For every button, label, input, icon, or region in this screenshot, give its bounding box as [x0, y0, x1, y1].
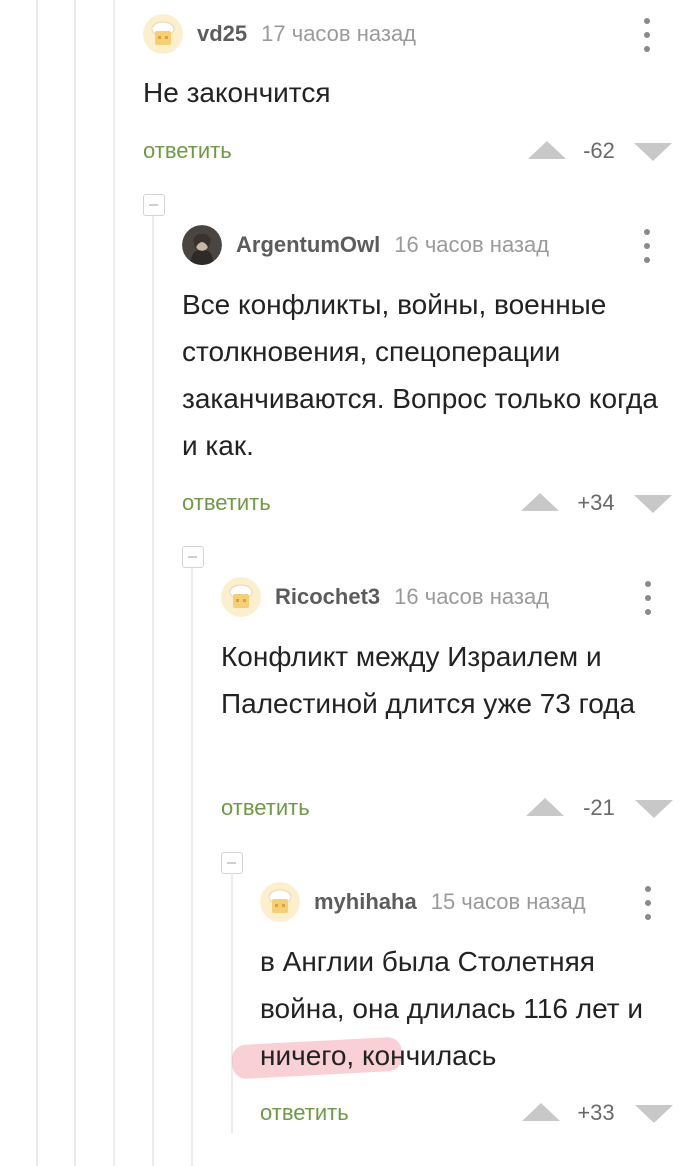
comment-footer: ответить +34	[182, 485, 673, 521]
chef-hat-avatar-icon[interactable]	[221, 577, 261, 617]
comment-text: Все конфликты, войны, военные столкновен…	[182, 289, 658, 461]
comment-timestamp[interactable]: 17 часов назад	[261, 21, 416, 47]
photo-avatar-icon[interactable]	[182, 225, 222, 265]
downvote-icon[interactable]	[634, 495, 672, 513]
chef-hat-avatar-icon[interactable]	[260, 882, 300, 922]
chef-hat-avatar-icon[interactable]	[143, 14, 183, 54]
downvote-icon[interactable]	[635, 800, 673, 818]
comment: ArgentumOwl 16 часов назад Все конфликты…	[182, 225, 673, 535]
collapse-thread-button[interactable]	[182, 546, 204, 568]
comment-header: vd25 17 часов назад	[143, 14, 416, 54]
comment: vd25 17 часов назад Не закончится ответи…	[143, 14, 673, 174]
more-options-icon[interactable]	[644, 581, 652, 615]
reply-button[interactable]: ответить	[260, 1095, 349, 1131]
username[interactable]: ArgentumOwl	[236, 232, 380, 258]
comment-header: Ricochet3 16 часов назад	[221, 577, 549, 617]
comment-rating: +33	[577, 1100, 615, 1125]
thread-line	[231, 873, 233, 1133]
downvote-icon[interactable]	[635, 1105, 673, 1123]
comment-footer: ответить -21	[221, 790, 673, 826]
thread-line	[191, 567, 193, 1166]
username[interactable]: myhihaha	[314, 889, 417, 915]
comment-rating: -62	[583, 138, 615, 163]
thread-line	[113, 0, 115, 1166]
collapse-thread-button[interactable]	[143, 194, 165, 216]
thread-line	[36, 0, 38, 1166]
more-options-icon[interactable]	[643, 229, 651, 263]
more-options-icon[interactable]	[644, 886, 652, 920]
comment-timestamp[interactable]: 15 часов назад	[431, 889, 586, 915]
comment-text: Конфликт между Израилем и Палестиной дли…	[221, 641, 636, 719]
collapse-thread-button[interactable]	[221, 852, 243, 874]
comment-header: myhihaha 15 часов назад	[260, 882, 586, 922]
reply-button[interactable]: ответить	[182, 485, 271, 521]
thread-line	[74, 0, 76, 1166]
upvote-icon[interactable]	[528, 141, 566, 159]
comment-text: в Англии была Столетняя война, она длила…	[260, 946, 643, 1071]
reply-button[interactable]: ответить	[221, 790, 310, 826]
comment-footer: ответить +33	[260, 1095, 673, 1131]
downvote-icon[interactable]	[634, 143, 672, 161]
upvote-icon[interactable]	[526, 798, 564, 816]
username[interactable]: Ricochet3	[275, 584, 380, 610]
comment-timestamp[interactable]: 16 часов назад	[394, 232, 549, 258]
comment-text: Не закончится	[143, 77, 331, 108]
reply-button[interactable]: ответить	[143, 133, 232, 169]
comment-header: ArgentumOwl 16 часов назад	[182, 225, 549, 265]
comment: Ricochet3 16 часов назад Конфликт между …	[221, 577, 673, 837]
username[interactable]: vd25	[197, 21, 247, 47]
upvote-icon[interactable]	[521, 493, 559, 511]
comment-timestamp[interactable]: 16 часов назад	[394, 584, 549, 610]
upvote-icon[interactable]	[522, 1103, 560, 1121]
comment-footer: ответить -62	[143, 133, 673, 169]
comment-rating: +34	[577, 490, 615, 515]
comment-rating: -21	[583, 795, 615, 820]
more-options-icon[interactable]	[643, 18, 651, 52]
comment: myhihaha 15 часов назад в Англии была Ст…	[260, 882, 673, 1152]
thread-line	[152, 215, 154, 1166]
